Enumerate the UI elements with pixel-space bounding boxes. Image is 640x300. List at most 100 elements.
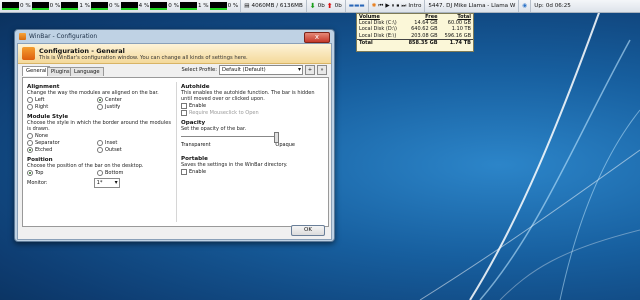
config-icon xyxy=(22,47,35,60)
uptime-value: 0d 06:25 xyxy=(545,3,571,9)
now-playing[interactable]: 5447. DJ Mike Llama - Llama W xyxy=(424,0,520,12)
disk-total: 596.16 GB xyxy=(444,32,471,39)
config-header: Configuration - General This is WinBar's… xyxy=(18,44,331,64)
align-center-radio[interactable]: Center xyxy=(97,96,167,103)
cpu-graph xyxy=(179,2,197,10)
table-row: Local Disk (E:\) 203.08 GB 596.16 GB xyxy=(357,33,473,40)
column-divider xyxy=(176,82,177,222)
stop-icon[interactable]: ⏹ xyxy=(397,3,400,10)
monitor-row: Monitor: 1* xyxy=(27,178,172,188)
monitor-dropdown[interactable]: 1* xyxy=(93,178,120,188)
total-free: 858.35 GB xyxy=(403,38,440,47)
cpu-graph xyxy=(61,2,79,10)
drive-icon: ▬▬▬ xyxy=(348,3,365,9)
memory-module[interactable]: ▤ 4060MB / 6136MB xyxy=(241,0,307,12)
style-inset-radio[interactable]: Inset xyxy=(97,139,167,146)
drives-module[interactable]: ▬▬▬ xyxy=(346,0,369,12)
add-profile-button[interactable]: + xyxy=(305,65,315,75)
align-justify-radio[interactable]: Justify xyxy=(97,103,167,110)
ok-button[interactable]: OK xyxy=(291,225,325,236)
total-label: Total xyxy=(357,38,404,47)
total-size: 1.74 TB xyxy=(439,38,473,47)
media-title: Intro xyxy=(408,3,422,9)
tab-row: General Plugins Language Select Profile:… xyxy=(18,64,331,76)
cpu-module: 0 % 0 % 1 % 0 % 4 % 0 % 1 % 0 % xyxy=(0,0,242,12)
autohide-desc: This enables the autohide function. The … xyxy=(181,90,315,102)
monitor-label: Monitor: xyxy=(27,180,48,186)
require-mouseclick-checkbox[interactable]: Require Mouseclick to Open xyxy=(181,109,323,116)
align-left-radio[interactable]: Left xyxy=(27,96,97,103)
portable-enable-checkbox[interactable]: Enable xyxy=(181,168,323,175)
cpu-graph xyxy=(120,2,138,10)
upload-arrow-icon: ⬆ xyxy=(326,2,333,10)
download-rate: 0b xyxy=(317,3,325,9)
cpu-core-0: 0 % xyxy=(20,3,31,9)
disk-volume: Local Disk (D:\) xyxy=(359,26,397,33)
profile-label: Select Profile: xyxy=(181,67,217,73)
alignment-options: Left Center Right Justify xyxy=(27,96,172,110)
globe-icon: ◉ xyxy=(522,3,528,9)
close-button[interactable]: x xyxy=(304,32,330,43)
profile-selector: Select Profile: Default (Default) + » xyxy=(181,65,327,75)
header-description: This is WinBar's configuration window. Y… xyxy=(39,54,248,61)
cpu-core-4: 4 % xyxy=(138,3,150,9)
general-page: Alignment Change the way the modules are… xyxy=(22,77,329,227)
header-title: Configuration - General xyxy=(39,46,125,55)
memory-icon: ▤ xyxy=(244,3,250,9)
now-playing-text: 5447. DJ Mike Llama - Llama W xyxy=(428,3,516,9)
cpu-core-7: 0 % xyxy=(227,3,239,9)
disk-volume: Local Disk (E:\) xyxy=(359,32,397,39)
style-separator-radio[interactable]: Separator xyxy=(27,139,97,146)
uptime-module: Up: 0d 06:25 xyxy=(531,0,574,12)
style-etched-radio[interactable]: Etched xyxy=(27,146,97,153)
cpu-graph xyxy=(150,2,168,10)
uptime-label: Up: xyxy=(534,3,544,9)
right-column: Autohide This enables the autohide funct… xyxy=(181,80,323,175)
media-module: ✺ ⏮ ▶ ⏸ ⏹ ⏭ Intro xyxy=(369,0,425,12)
profile-more-button[interactable]: » xyxy=(317,65,327,75)
align-right-radio[interactable]: Right xyxy=(27,103,97,110)
cpu-core-3: 0 % xyxy=(108,3,120,9)
cpu-core-6: 1 % xyxy=(197,3,209,9)
window-title: WinBar - Configuration xyxy=(29,33,98,40)
configuration-window: WinBar - Configuration x Configuration -… xyxy=(14,29,335,242)
cpu-graph xyxy=(90,2,108,10)
total-row: Total 858.35 GB 1.74 TB xyxy=(357,38,473,47)
cpu-core-1: 0 % xyxy=(49,3,61,9)
disk-space-popup: Volume Free Total Local Disk (C:\) 14.64 GB… xyxy=(356,13,474,52)
pause-icon[interactable]: ⏸ xyxy=(392,3,395,10)
window-client: Configuration - General This is WinBar's… xyxy=(17,43,332,240)
tab-language[interactable]: Language xyxy=(70,67,104,76)
position-options: Top Bottom xyxy=(27,169,172,176)
prev-track-icon[interactable]: ⏮ xyxy=(378,3,383,10)
winbar-taskbar: 0 % 0 % 1 % 0 % 4 % 0 % 1 % 0 % ▤ 4060MB … xyxy=(0,0,640,13)
next-track-icon[interactable]: ⏭ xyxy=(401,3,406,10)
autohide-enable-checkbox[interactable]: Enable xyxy=(181,102,323,109)
cpu-core-2: 1 % xyxy=(79,3,90,9)
position-top-radio[interactable]: Top xyxy=(27,169,97,176)
cpu-graph xyxy=(2,2,19,10)
opacity-slider-thumb[interactable] xyxy=(274,132,279,143)
module-style-desc: Choose the style in which the border aro… xyxy=(27,120,171,132)
download-arrow-icon: ⬇ xyxy=(309,2,316,10)
left-column: Alignment Change the way the modules are… xyxy=(27,80,172,188)
style-outset-radio[interactable]: Outset xyxy=(97,146,167,153)
table-row: Local Disk (D:\) 640.62 GB 1.10 TB xyxy=(357,26,473,32)
position-bottom-radio[interactable]: Bottom xyxy=(97,169,167,176)
profile-dropdown[interactable]: Default (Default) xyxy=(219,65,303,75)
winbar-icon xyxy=(19,33,26,40)
winamp-icon[interactable]: ✺ xyxy=(372,3,377,9)
globe-module[interactable]: ◉ xyxy=(519,0,532,12)
cpu-graph xyxy=(209,2,227,10)
window-titlebar[interactable]: WinBar - Configuration xyxy=(15,30,334,43)
memory-usage: 4060MB / 6136MB xyxy=(251,3,303,9)
module-style-options: None Separator Inset Etched Outset xyxy=(27,132,172,153)
opacity-min-label: Transparent xyxy=(181,142,211,148)
disk-free: 203.08 GB xyxy=(411,32,438,39)
cpu-core-5: 0 % xyxy=(168,3,179,9)
opacity-slider[interactable] xyxy=(181,132,279,143)
network-module[interactable]: ⬇ 0b ⬆ 0b xyxy=(307,0,346,12)
play-icon[interactable]: ▶ xyxy=(385,3,389,9)
upload-rate: 0b xyxy=(334,3,342,9)
style-none-radio[interactable]: None xyxy=(27,132,97,139)
